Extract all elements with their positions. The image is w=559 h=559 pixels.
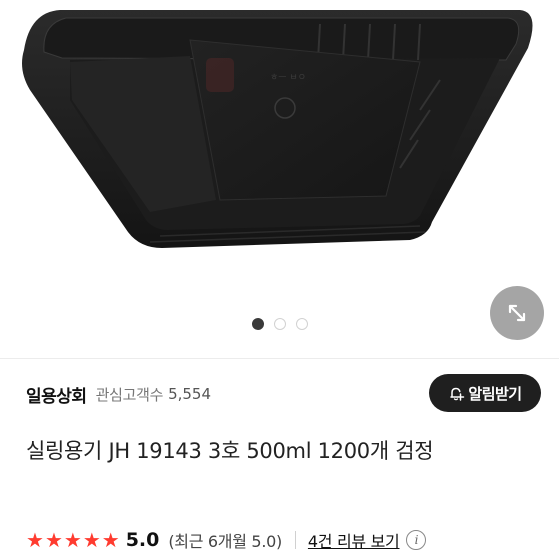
svg-text:ㅎㅡ ㅂㅇ: ㅎㅡ ㅂㅇ <box>270 73 306 83</box>
star-icon: ★ <box>82 528 101 552</box>
divider <box>294 531 296 549</box>
pager-dot-3[interactable] <box>295 318 308 330</box>
star-icon: ★ <box>101 528 120 552</box>
star-icon: ★ <box>63 528 82 552</box>
shop-name[interactable]: 일용상회 <box>26 382 87 407</box>
star-icon: ★ <box>26 528 44 552</box>
section-divider <box>0 358 559 359</box>
product-image[interactable]: ㅎㅡ ㅂㅇ <box>0 0 559 350</box>
notify-label: 알림받기 <box>468 384 522 403</box>
recent-rating: (최근 6개월 5.0) <box>168 532 282 551</box>
rating-score: 5.0 <box>125 529 160 551</box>
rating-stars: ★ ★ ★ ★ ★ <box>26 530 120 550</box>
followers-label: 관심고객수 <box>95 385 164 404</box>
bell-plus-icon <box>450 387 465 401</box>
info-icon[interactable]: i <box>406 530 427 550</box>
product-title: 실링용기 JH 19143 3호 500ml 1200개 검정 <box>26 439 434 463</box>
followers-count: 5,554 <box>168 385 212 403</box>
product-photo-tray: ㅎㅡ ㅂㅇ <box>22 10 533 248</box>
star-icon: ★ <box>44 528 63 552</box>
pager-dot-2[interactable] <box>273 318 286 330</box>
shop-info-row: 일용상회 관심고객수 5,554 알림받기 <box>26 373 541 415</box>
image-pager <box>0 318 559 330</box>
pager-dot-1[interactable] <box>251 318 264 330</box>
rating-row: ★ ★ ★ ★ ★ 5.0 (최근 6개월 5.0) 4건 리뷰 보기 i <box>26 525 549 555</box>
expand-button[interactable] <box>490 286 544 340</box>
reviews-link[interactable]: 4건 리뷰 보기 <box>308 528 400 552</box>
notify-button[interactable]: 알림받기 <box>429 374 541 412</box>
